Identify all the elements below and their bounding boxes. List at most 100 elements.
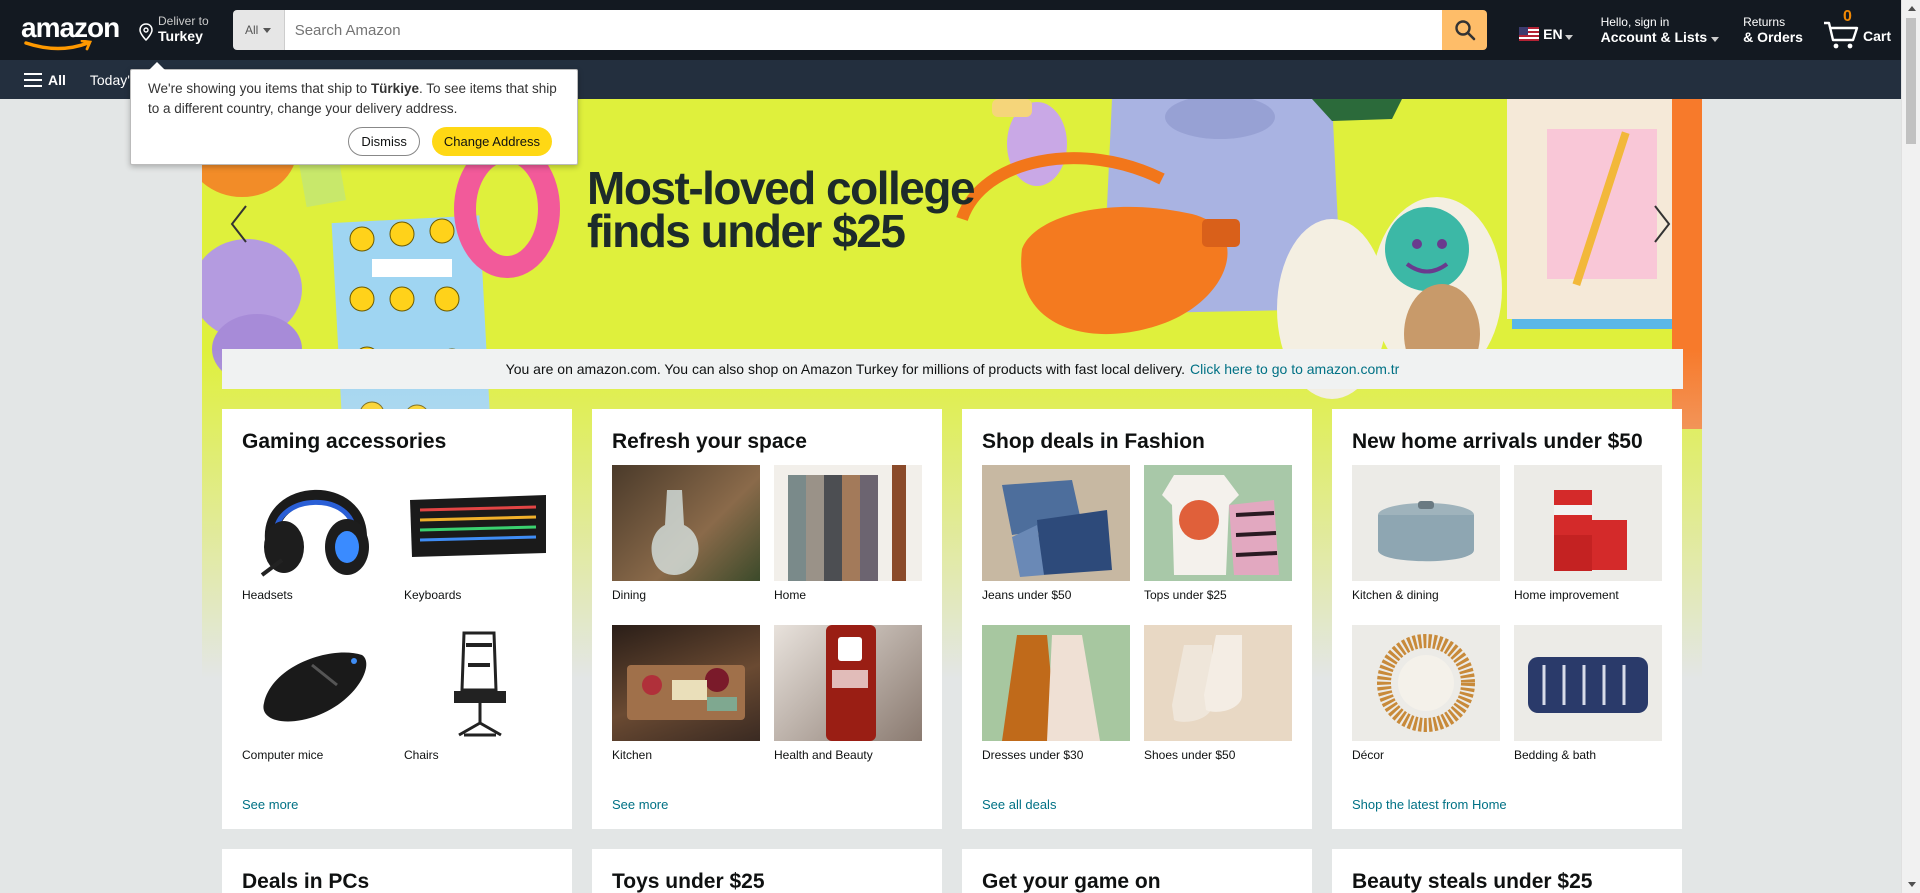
carousel-next-button[interactable] bbox=[1647, 199, 1677, 249]
location-pin-icon bbox=[139, 23, 153, 41]
hamburger-icon bbox=[24, 72, 42, 87]
tile-caption: Jeans under $50 bbox=[982, 588, 1072, 602]
search-bar: All bbox=[232, 10, 1488, 50]
scroll-down-arrow-icon[interactable] bbox=[1902, 876, 1920, 893]
home-image bbox=[774, 465, 922, 581]
search-category-select[interactable]: All bbox=[232, 10, 285, 50]
search-submit-button[interactable] bbox=[1442, 10, 1488, 50]
tile-bedding-bath[interactable]: Bedding & bath bbox=[1514, 625, 1662, 785]
amazon-logo[interactable]: amazon bbox=[18, 8, 122, 52]
tile-chairs[interactable]: Chairs bbox=[404, 625, 552, 785]
tile-home[interactable]: Home bbox=[774, 465, 922, 625]
tile-kitchen-dining[interactable]: Kitchen & dining bbox=[1352, 465, 1500, 625]
account-lists-menu[interactable]: Hello, sign in Account & Lists bbox=[1601, 15, 1720, 45]
card-title: New home arrivals under $50 bbox=[1352, 430, 1643, 453]
tile-caption: Kitchen & dining bbox=[1352, 588, 1439, 602]
mouse-image bbox=[242, 625, 390, 741]
us-flag-icon bbox=[1519, 27, 1540, 41]
tile-kitchen[interactable]: Kitchen bbox=[612, 625, 760, 785]
shoes-image bbox=[1144, 625, 1292, 741]
deliver-to-location[interactable]: Deliver to Turkey bbox=[132, 8, 215, 52]
all-menu-button[interactable]: All bbox=[24, 72, 66, 88]
see-more-link[interactable]: See more bbox=[242, 797, 298, 812]
ship-to-popover: We're showing you items that ship to Tür… bbox=[130, 62, 578, 165]
tile-caption: Headsets bbox=[242, 588, 293, 602]
see-more-link[interactable]: See more bbox=[612, 797, 668, 812]
keyboard-image bbox=[404, 465, 552, 581]
account-lists-label: Account & Lists bbox=[1601, 29, 1720, 45]
tile-computer-mice[interactable]: Computer mice bbox=[242, 625, 390, 785]
tile-keyboards[interactable]: Keyboards bbox=[404, 465, 552, 625]
tile-dresses[interactable]: Dresses under $30 bbox=[982, 625, 1130, 785]
card-beauty: Beauty steals under $25 bbox=[1332, 849, 1682, 893]
tile-shoes[interactable]: Shoes under $50 bbox=[1144, 625, 1292, 785]
mirror-image bbox=[1352, 625, 1500, 741]
health-beauty-image bbox=[774, 625, 922, 741]
tile-caption: Kitchen bbox=[612, 748, 653, 762]
returns-label: Returns bbox=[1743, 15, 1786, 29]
card-title: Beauty steals under $25 bbox=[1352, 870, 1593, 893]
chevron-left-icon bbox=[230, 205, 247, 243]
card-gaming-accessories: Gaming accessories Headsets Keyboards Co… bbox=[222, 409, 572, 829]
tile-caption: Health and Beauty bbox=[774, 748, 873, 762]
tile-caption: Décor bbox=[1352, 748, 1385, 762]
search-icon bbox=[1454, 20, 1475, 41]
change-address-button[interactable]: Change Address bbox=[431, 127, 552, 156]
tile-caption: Dresses under $30 bbox=[982, 748, 1084, 762]
headset-image bbox=[242, 465, 390, 581]
locale-notice-banner: You are on amazon.com. You can also shop… bbox=[222, 349, 1683, 389]
language-selector[interactable]: EN bbox=[1519, 26, 1573, 42]
tile-home-improvement[interactable]: Home improvement bbox=[1514, 465, 1662, 625]
cart-icon bbox=[1823, 21, 1859, 49]
chevron-right-icon bbox=[1654, 205, 1671, 243]
card-deals-pcs: Deals in PCs bbox=[222, 849, 572, 893]
tops-image bbox=[1144, 465, 1292, 581]
tile-decor[interactable]: Décor bbox=[1352, 625, 1500, 785]
card-game: Get your game on bbox=[962, 849, 1312, 893]
orders-label: & Orders bbox=[1743, 29, 1803, 45]
deliver-label: Deliver to bbox=[158, 14, 209, 28]
top-nav: amazon Deliver to Turkey All EN Hello, s… bbox=[0, 0, 1901, 60]
language-label: EN bbox=[1543, 26, 1563, 42]
carousel-prev-button[interactable] bbox=[224, 199, 254, 249]
smile-arrow-icon bbox=[24, 40, 93, 51]
card-refresh-your-space: Refresh your space Dining Home Kitchen H… bbox=[592, 409, 942, 829]
card-title: Refresh your space bbox=[612, 430, 807, 453]
search-category-label: All bbox=[245, 23, 259, 37]
caret-down-icon bbox=[1564, 34, 1573, 40]
page-scrollbar[interactable] bbox=[1901, 0, 1920, 893]
shop-latest-home-link[interactable]: Shop the latest from Home bbox=[1352, 797, 1507, 812]
card-title: Shop deals in Fashion bbox=[982, 430, 1205, 453]
card-title: Toys under $25 bbox=[612, 870, 765, 893]
cart-count: 0 bbox=[1842, 8, 1852, 25]
scroll-up-arrow-icon[interactable] bbox=[1902, 0, 1920, 17]
paint-cans-image bbox=[1514, 465, 1662, 581]
tile-caption: Computer mice bbox=[242, 748, 324, 762]
amazon-tr-link[interactable]: Click here to go to amazon.com.tr bbox=[1190, 361, 1399, 377]
scroll-thumb[interactable] bbox=[1906, 18, 1916, 144]
deliver-country: Turkey bbox=[158, 28, 203, 44]
dismiss-button[interactable]: Dismiss bbox=[348, 127, 420, 156]
tile-caption: Shoes under $50 bbox=[1144, 748, 1236, 762]
dutch-oven-image bbox=[1352, 465, 1500, 581]
tile-caption: Home bbox=[774, 588, 807, 602]
tile-health-beauty[interactable]: Health and Beauty bbox=[774, 625, 922, 785]
tile-tops[interactable]: Tops under $25 bbox=[1144, 465, 1292, 625]
kitchen-image bbox=[612, 625, 760, 741]
see-all-deals-link[interactable]: See all deals bbox=[982, 797, 1056, 812]
tile-jeans[interactable]: Jeans under $50 bbox=[982, 465, 1130, 625]
locale-notice-text: You are on amazon.com. You can also shop… bbox=[505, 361, 1186, 377]
dining-image bbox=[612, 465, 760, 581]
card-new-home-arrivals: New home arrivals under $50 Kitchen & di… bbox=[1332, 409, 1682, 829]
returns-orders-link[interactable]: Returns & Orders bbox=[1743, 15, 1803, 45]
card-title: Gaming accessories bbox=[242, 430, 447, 453]
pillow-image bbox=[1514, 625, 1662, 741]
search-input[interactable] bbox=[284, 10, 1443, 50]
popover-country: Türkiye bbox=[370, 81, 419, 96]
tile-caption: Tops under $25 bbox=[1144, 588, 1227, 602]
cart-button[interactable]: 0 Cart bbox=[1823, 8, 1891, 50]
chair-image bbox=[404, 625, 552, 741]
tile-dining[interactable]: Dining bbox=[612, 465, 760, 625]
cart-label: Cart bbox=[1862, 28, 1891, 44]
tile-headsets[interactable]: Headsets bbox=[242, 465, 390, 625]
